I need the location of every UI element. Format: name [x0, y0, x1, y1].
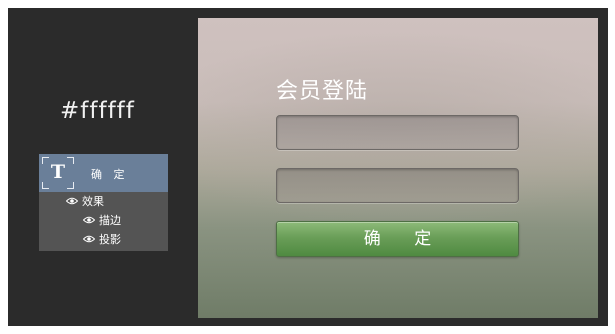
- shadow-label: 投影: [99, 233, 121, 246]
- text-layer-row[interactable]: T 确 定: [39, 154, 168, 192]
- login-title: 会员登陆: [276, 79, 369, 104]
- text-layer-icon: T: [42, 157, 74, 189]
- username-input[interactable]: [276, 115, 519, 150]
- eye-icon[interactable]: [83, 216, 95, 224]
- stroke-label: 描边: [99, 214, 121, 227]
- eye-icon[interactable]: [83, 235, 95, 243]
- login-panel: 会员登陆 确 定: [198, 18, 598, 318]
- effects-row[interactable]: 效果: [66, 192, 104, 211]
- confirm-button[interactable]: 确 定: [276, 221, 519, 257]
- shadow-effect-row[interactable]: 投影: [83, 230, 121, 249]
- text-layer-name: 确 定: [91, 168, 129, 181]
- stroke-effect-row[interactable]: 描边: [83, 211, 121, 230]
- password-input[interactable]: [276, 168, 519, 203]
- eye-icon[interactable]: [66, 197, 78, 205]
- layers-panel: T 确 定 效果 描边 投影: [39, 154, 168, 251]
- effects-label: 效果: [82, 195, 104, 208]
- color-hex-label: #ffffff: [60, 98, 135, 124]
